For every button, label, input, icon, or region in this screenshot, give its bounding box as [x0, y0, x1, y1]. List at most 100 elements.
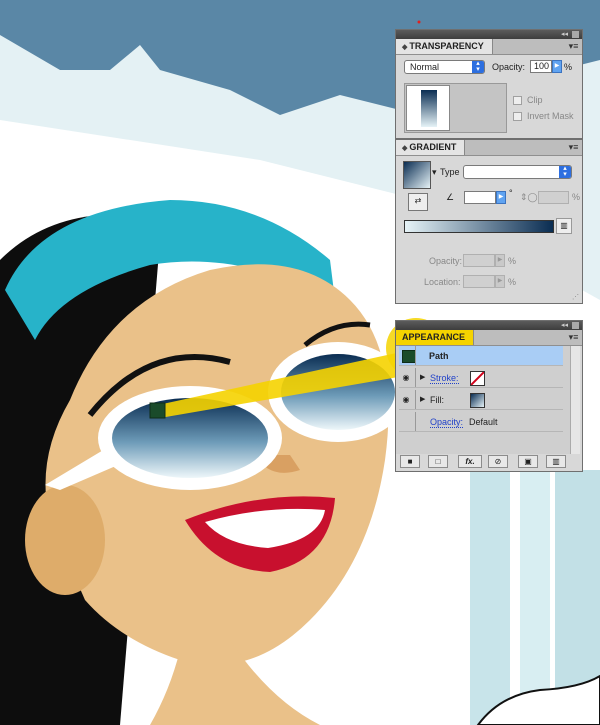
- double-arrow-icon: ◆: [402, 145, 408, 152]
- tab-row: ◆ GRADIENT ▾≡: [396, 140, 582, 156]
- location-stepper[interactable]: ▶: [495, 275, 505, 288]
- tab-label: GRADIENT: [409, 142, 457, 152]
- stop-opacity-stepper[interactable]: ▶: [495, 254, 505, 267]
- panel-menu-icon[interactable]: ▾≡: [568, 332, 579, 342]
- delete-effect-button[interactable]: ⊘: [488, 455, 508, 468]
- mask-thumbnail[interactable]: [406, 85, 450, 131]
- snow-column: [520, 460, 550, 725]
- gradient-thumbnail: [421, 90, 437, 127]
- fill-swatch-gradient[interactable]: [470, 393, 485, 408]
- stroke-swatch-none-icon[interactable]: [470, 371, 485, 386]
- select-arrows-icon: ▴ ▾: [559, 165, 571, 178]
- opacity-label[interactable]: Opacity:: [430, 417, 464, 428]
- clear-appearance-button[interactable]: □: [428, 455, 448, 468]
- tab-row: APPEARANCE ▾≡: [396, 330, 582, 346]
- appearance-row-stroke[interactable]: ◉ ▶ Stroke:: [399, 368, 563, 388]
- close-icon[interactable]: [572, 31, 579, 38]
- duplicate-item-button[interactable]: ▣: [518, 455, 538, 468]
- appearance-row-fill[interactable]: ◉ ▶ Fill:: [399, 390, 563, 410]
- invert-mask-checkbox[interactable]: [513, 112, 522, 121]
- blend-mode-value: Normal: [410, 62, 440, 72]
- type-label: Type: [440, 167, 460, 177]
- ear: [25, 485, 105, 595]
- tab-appearance[interactable]: APPEARANCE: [396, 330, 475, 345]
- aspect-ratio-input[interactable]: [538, 191, 569, 204]
- clip-checkbox[interactable]: [513, 96, 522, 105]
- resize-grip-icon[interactable]: ⋰: [572, 293, 579, 301]
- select-arrows-icon: ▴ ▾: [472, 60, 484, 73]
- path-label: Path: [429, 351, 449, 361]
- tab-label: APPEARANCE: [402, 332, 466, 342]
- tab-row: ◆ TRANSPARENCY ▾≡: [396, 39, 582, 55]
- artboard-marker: [417, 20, 421, 24]
- stroke-label[interactable]: Stroke:: [430, 373, 459, 384]
- gradient-type-select[interactable]: ▴ ▾: [463, 165, 572, 179]
- aspect-ratio-unit: %: [572, 192, 581, 202]
- angle-icon: ∠: [446, 192, 455, 202]
- appearance-list: Path ◉ ▶ Stroke: ◉ ▶ Fill: Opacity: Defa…: [396, 346, 570, 454]
- panel-title-bar[interactable]: ◂◂: [396, 30, 582, 39]
- panel-menu-icon[interactable]: ▾≡: [568, 142, 579, 152]
- appearance-row-path[interactable]: Path: [399, 346, 563, 366]
- delete-icon: ⊘: [494, 457, 502, 466]
- angle-input[interactable]: [464, 191, 496, 204]
- gradient-annotator-handle[interactable]: [149, 402, 166, 419]
- eye-icon[interactable]: ◉: [401, 373, 411, 382]
- stop-opacity-unit: %: [508, 256, 517, 266]
- fx-icon: fx.: [465, 457, 475, 466]
- trash-icon: ▥: [552, 457, 560, 466]
- eye-icon[interactable]: ◉: [401, 395, 411, 404]
- trash-icon: ▥: [560, 221, 568, 230]
- opacity-stepper[interactable]: ▶: [552, 60, 562, 73]
- clip-label: Clip: [527, 95, 543, 105]
- clear-appearance-icon: □: [435, 457, 441, 466]
- path-thumbnail: [402, 350, 416, 363]
- gradient-swatch[interactable]: [403, 161, 431, 189]
- location-label: Location:: [424, 277, 461, 287]
- aspect-ratio-icon: ⇕◯: [520, 192, 538, 202]
- double-arrow-icon: ◆: [402, 44, 408, 51]
- appearance-panel: ◂◂ APPEARANCE ▾≡ Path ◉ ▶ Stroke: ◉ ▶ Fi…: [395, 320, 583, 472]
- stop-opacity-input[interactable]: [463, 254, 495, 267]
- delete-item-button[interactable]: ▥: [546, 455, 566, 468]
- divider: [415, 390, 416, 409]
- tab-gradient[interactable]: ◆ GRADIENT: [396, 140, 466, 155]
- blend-mode-select[interactable]: Normal ▴ ▾: [404, 60, 485, 74]
- angle-unit: °: [509, 188, 513, 198]
- gradient-slider[interactable]: [404, 220, 554, 233]
- stop-opacity-label: Opacity:: [429, 256, 463, 266]
- reverse-gradient-button[interactable]: ⇄: [408, 193, 428, 211]
- close-icon[interactable]: [572, 322, 579, 329]
- opacity-input[interactable]: 100: [530, 60, 552, 73]
- divider: [415, 368, 416, 387]
- appearance-scrollbar[interactable]: [570, 346, 580, 454]
- panel-title-bar[interactable]: ◂◂: [396, 321, 582, 330]
- gradient-panel: ◆ GRADIENT ▾≡ ▾ Type ▴ ▾ ⇄ ∠ ▶ ° ⇕◯ % ▥ Op…: [395, 139, 583, 304]
- panel-menu-icon[interactable]: ▾≡: [568, 41, 579, 51]
- delete-stop-button[interactable]: ▥: [556, 218, 572, 234]
- angle-dropdown[interactable]: ▶: [496, 191, 506, 204]
- appearance-row-opacity[interactable]: Opacity: Default: [399, 412, 563, 432]
- opacity-label: Opacity:: [492, 62, 526, 72]
- collapse-icon[interactable]: ◂◂: [561, 31, 568, 38]
- expand-triangle-icon[interactable]: ▶: [420, 395, 425, 403]
- opacity-value: Default: [469, 417, 498, 427]
- new-art-button[interactable]: ■: [400, 455, 420, 468]
- opacity-unit: %: [564, 62, 573, 72]
- reverse-gradient-icon: ⇄: [414, 196, 422, 205]
- location-input[interactable]: [463, 275, 495, 288]
- tab-label: TRANSPARENCY: [409, 41, 484, 51]
- duplicate-icon: ▣: [524, 457, 532, 466]
- transparency-panel: ◂◂ ◆ TRANSPARENCY ▾≡ Normal ▴ ▾ Opacity: 10…: [395, 29, 583, 139]
- snow-column: [470, 450, 510, 725]
- gradient-swatch-dropdown-icon[interactable]: ▾: [432, 167, 437, 178]
- expand-triangle-icon[interactable]: ▶: [420, 373, 425, 381]
- invert-mask-label: Invert Mask: [527, 111, 574, 121]
- collapse-icon[interactable]: ◂◂: [561, 322, 568, 329]
- new-art-icon: ■: [407, 457, 413, 466]
- tab-transparency[interactable]: ◆ TRANSPARENCY: [396, 39, 493, 54]
- fill-label: Fill:: [430, 395, 444, 405]
- mask-thumbnail-frame[interactable]: [404, 83, 507, 133]
- divider: [415, 412, 416, 431]
- fx-button[interactable]: fx.: [458, 455, 482, 468]
